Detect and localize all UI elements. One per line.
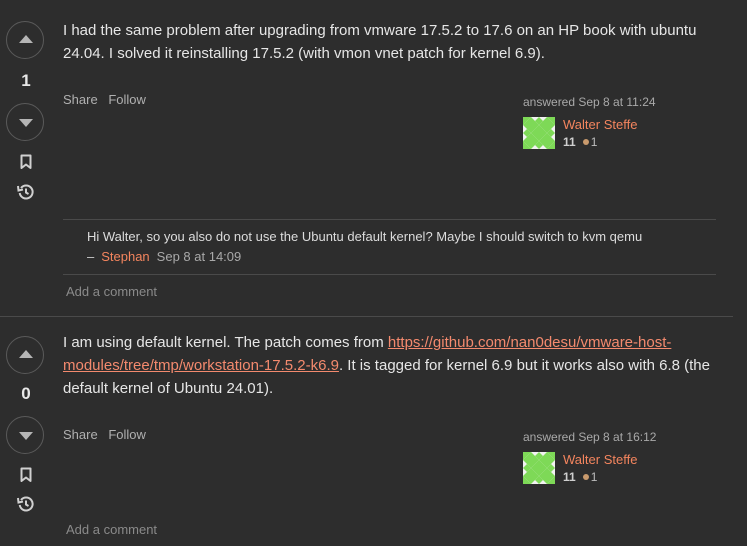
downvote-icon: [19, 119, 33, 127]
downvote-button[interactable]: [6, 103, 44, 141]
answer-body: I am using default kernel. The patch com…: [63, 331, 723, 400]
upvote-icon: [19, 35, 33, 43]
answer: 0 I am using default kernel. The patch c…: [0, 317, 747, 546]
share-link[interactable]: Share: [63, 427, 98, 442]
downvote-icon: [19, 432, 33, 440]
history-icon[interactable]: [17, 183, 35, 201]
user-reputation: 11 1: [563, 135, 597, 149]
upvote-button[interactable]: [6, 21, 44, 59]
bronze-badge-count: 1: [590, 470, 598, 484]
bronze-badge-count: 1: [590, 135, 598, 149]
comment-user[interactable]: Stephan: [101, 249, 149, 264]
share-link[interactable]: Share: [63, 92, 98, 107]
reputation-score: 11: [563, 135, 576, 149]
user-name[interactable]: Walter Steffe: [563, 452, 637, 467]
add-comment-link[interactable]: Add a comment: [66, 522, 157, 537]
answer: 1 I had the same problem after upgrading…: [0, 0, 747, 316]
post-menu: Share Follow: [63, 427, 153, 442]
comment-date[interactable]: Sep 8 at 14:09: [157, 249, 242, 264]
vote-count: 0: [21, 384, 31, 403]
comment-list: Hi Walter, so you also do not use the Ub…: [63, 219, 716, 275]
history-icon[interactable]: [17, 495, 35, 513]
user-card: answered Sep 8 at 16:12 Walter Steffe 11…: [523, 430, 723, 484]
user-card: answered Sep 8 at 11:24 Walter Steffe 11…: [523, 95, 723, 149]
answered-timestamp[interactable]: answered Sep 8 at 11:24: [523, 95, 723, 109]
add-comment-link[interactable]: Add a comment: [66, 284, 157, 299]
bookmark-icon[interactable]: [20, 154, 32, 170]
bronze-badge-icon: [582, 474, 589, 481]
comment-dash: –: [87, 249, 95, 264]
user-reputation: 11 1: [563, 470, 597, 484]
identicon-avatar[interactable]: [523, 117, 555, 149]
comment: Hi Walter, so you also do not use the Ub…: [63, 220, 716, 274]
answered-timestamp[interactable]: answered Sep 8 at 16:12: [523, 430, 723, 444]
follow-link[interactable]: Follow: [108, 427, 146, 442]
reputation-score: 11: [563, 470, 576, 484]
comment-text: Hi Walter, so you also do not use the Ub…: [87, 229, 643, 244]
answer-text: I am using default kernel. The patch com…: [63, 334, 388, 351]
follow-link[interactable]: Follow: [108, 92, 146, 107]
bookmark-icon[interactable]: [20, 467, 32, 483]
upvote-button[interactable]: [6, 336, 44, 374]
upvote-icon: [19, 350, 33, 358]
bronze-badge-icon: [582, 139, 589, 146]
vote-count: 1: [21, 71, 31, 90]
identicon-avatar[interactable]: [523, 452, 555, 484]
downvote-button[interactable]: [6, 416, 44, 454]
user-name[interactable]: Walter Steffe: [563, 117, 637, 132]
answer-body: I had the same problem after upgrading f…: [63, 22, 697, 62]
post-menu: Share Follow: [63, 92, 153, 107]
